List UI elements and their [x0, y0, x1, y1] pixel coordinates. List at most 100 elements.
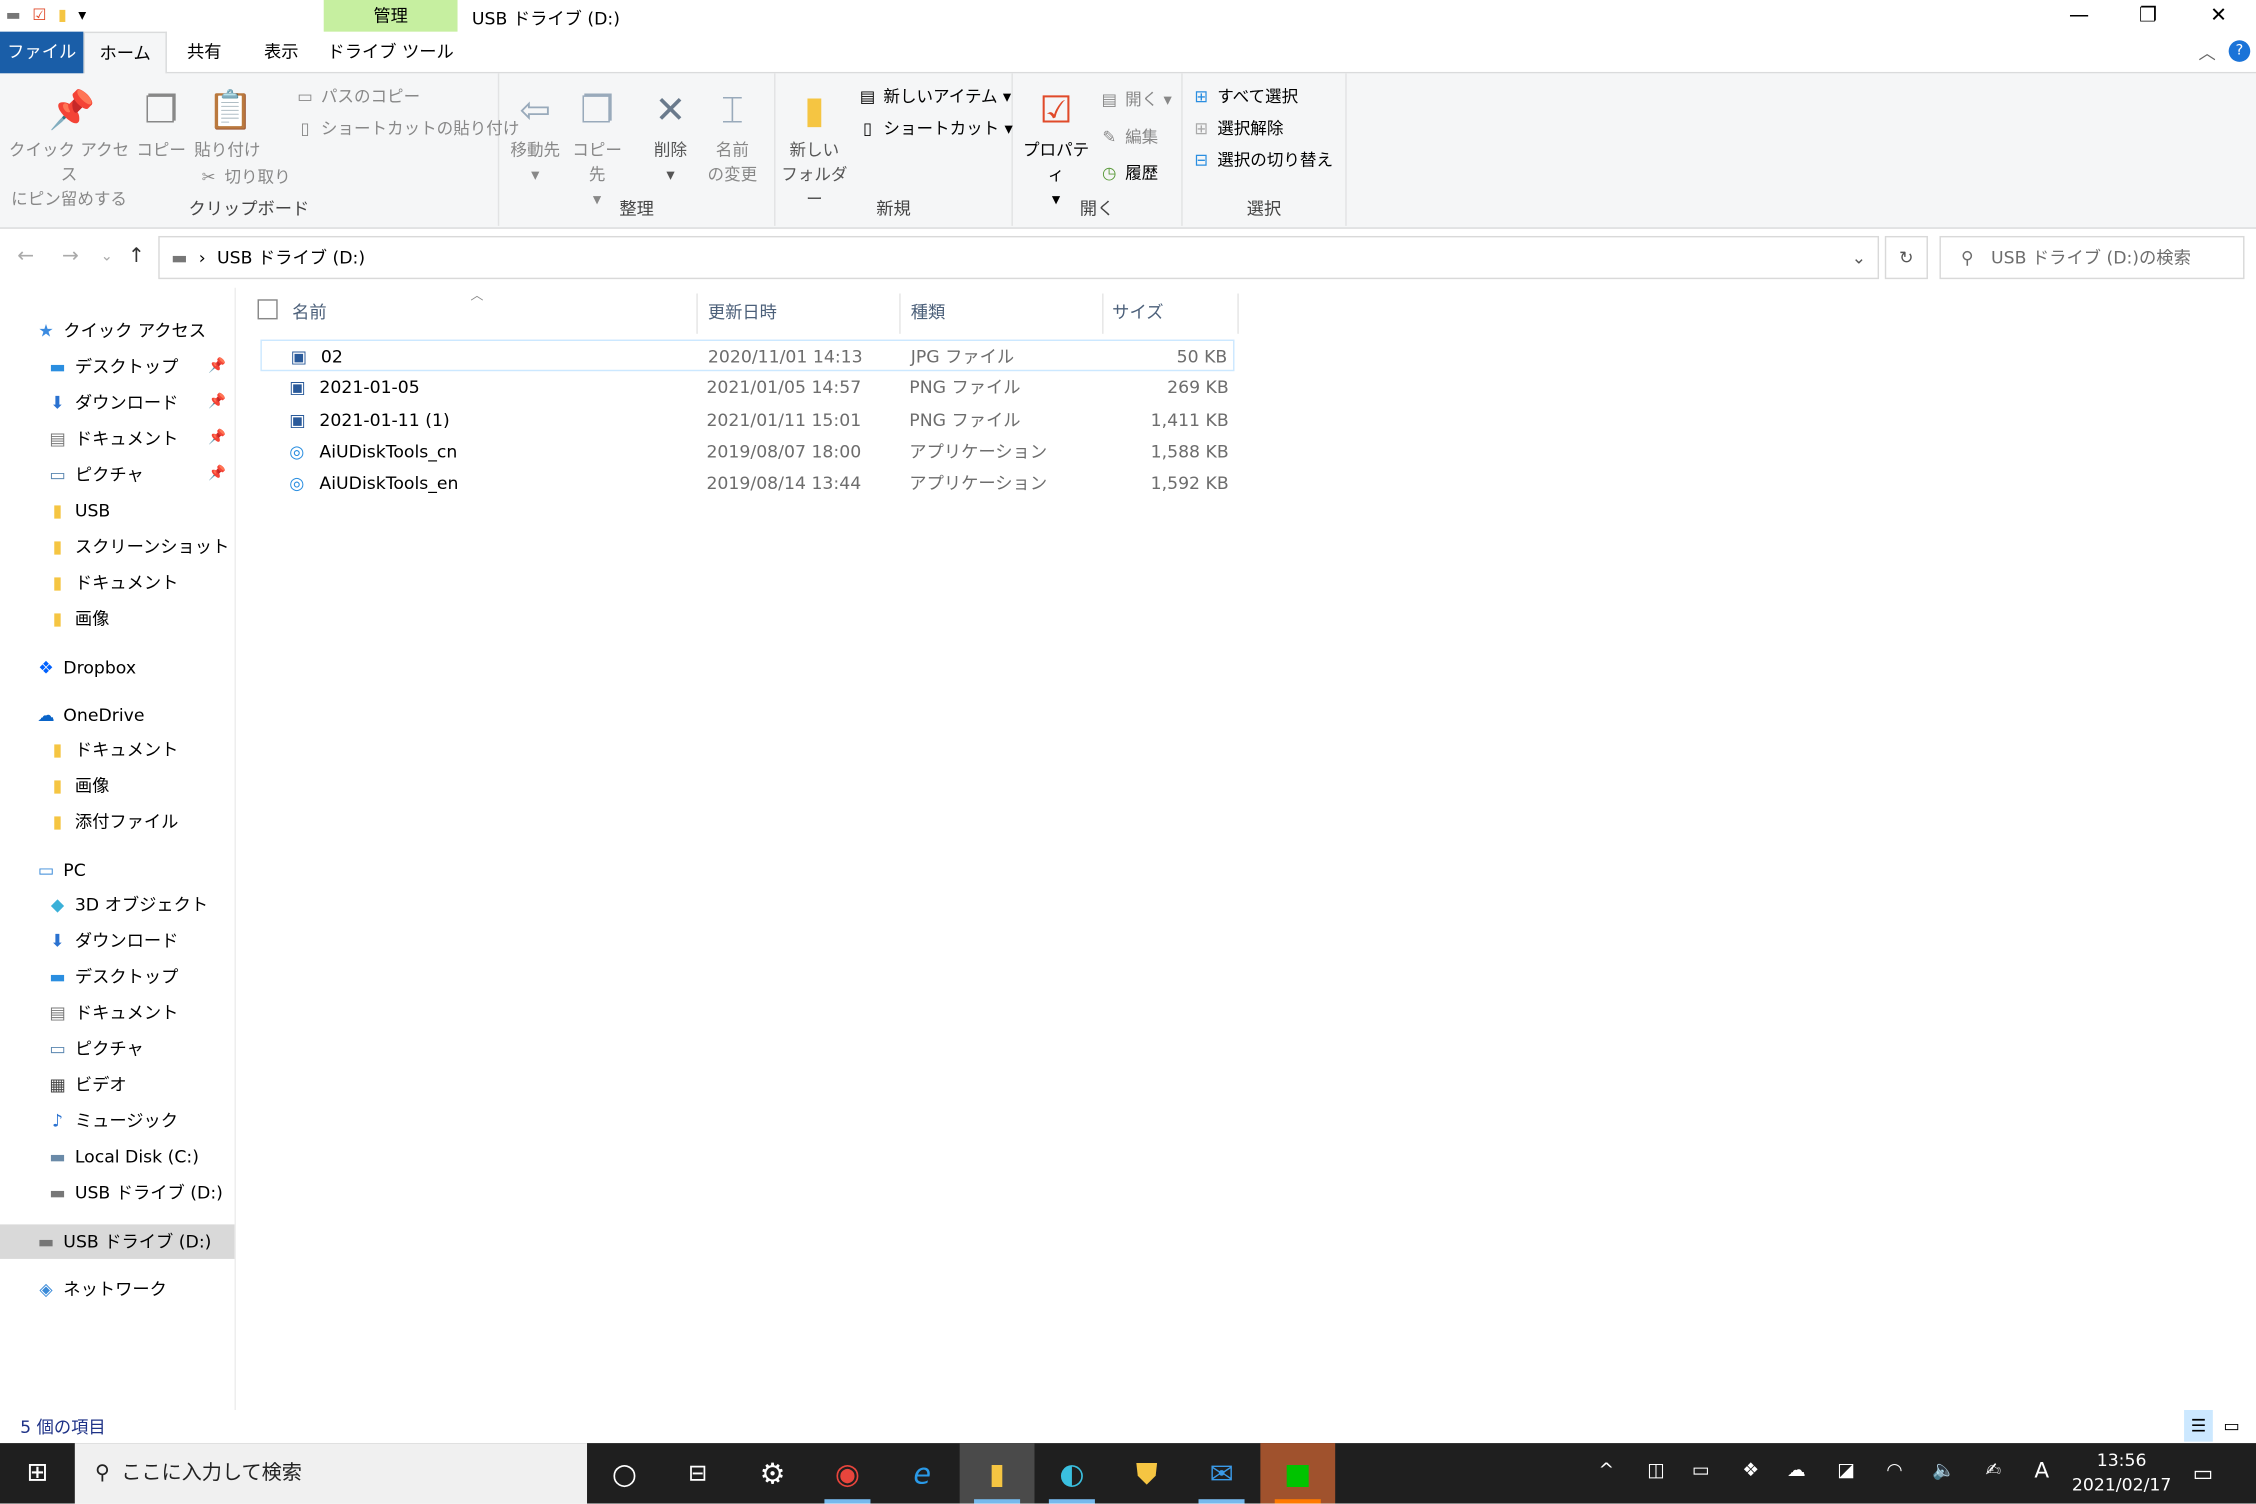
- nav-item[interactable]: ▬ デスクトップ: [0, 960, 235, 995]
- nav-item[interactable]: ☁ OneDrive: [0, 698, 235, 733]
- nav-item[interactable]: ★ クイック アクセス: [0, 314, 235, 349]
- properties-button[interactable]: ☑ プロパティ ▾: [1016, 88, 1097, 212]
- tab-view[interactable]: 表示: [242, 32, 321, 74]
- settings-gear-icon[interactable]: ⚙: [735, 1443, 810, 1503]
- new-folder-button[interactable]: ▮ 新しい フォルダー: [778, 88, 850, 212]
- customize-qat-icon[interactable]: ▾: [78, 6, 86, 25]
- select-none-button[interactable]: ⊞ 選択解除: [1191, 117, 1283, 140]
- nav-item[interactable]: ▭ PC: [0, 853, 235, 888]
- nav-item[interactable]: ⬇ ダウンロード: [0, 924, 235, 959]
- file-explorer-icon[interactable]: ▮: [959, 1443, 1035, 1504]
- rename-button[interactable]: ⌶ 名前 の変更: [702, 88, 762, 187]
- file-row[interactable]: ▣ 02 2020/11/01 14:13 JPG ファイル 50 KB: [260, 339, 1235, 372]
- context-tab-manage[interactable]: 管理: [323, 0, 458, 32]
- help-icon[interactable]: ?: [2228, 40, 2251, 62]
- move-to-button[interactable]: ⇦ 移動先 ▾: [505, 88, 565, 187]
- breadcrumb[interactable]: USB ドライブ (D:): [217, 247, 365, 267]
- search-input[interactable]: ⚲ USB ドライブ (D:)の検索: [1939, 235, 2245, 280]
- nav-item[interactable]: ▮ スクリーンショット: [0, 529, 235, 564]
- nav-item[interactable]: ▭ ピクチャ: [0, 1032, 235, 1067]
- nav-item[interactable]: ▮ USB: [0, 494, 235, 529]
- address-dropdown-icon[interactable]: ⌄: [1852, 237, 1866, 277]
- mail-icon[interactable]: ✉: [1184, 1443, 1259, 1504]
- pen-icon[interactable]: ✍: [1986, 1460, 2002, 1482]
- open-button[interactable]: ▤ 開く ▾: [1099, 88, 1171, 111]
- properties-qat-icon[interactable]: ☑: [32, 6, 46, 25]
- select-all-checkbox[interactable]: [257, 299, 278, 320]
- column-header-size[interactable]: サイズ: [1112, 299, 1163, 323]
- nav-item[interactable]: ◆ 3D オブジェクト: [0, 888, 235, 923]
- nav-item[interactable]: ▮ 画像: [0, 601, 235, 636]
- wifi-icon[interactable]: ◠: [1886, 1460, 1902, 1482]
- column-header-name[interactable]: 名前: [292, 299, 327, 323]
- security-alert-icon[interactable]: ◪: [1837, 1460, 1855, 1482]
- column-divider[interactable]: [1237, 293, 1239, 334]
- large-icons-view-icon[interactable]: ▭: [2217, 1410, 2246, 1442]
- paste-button[interactable]: 📋 貼り付け: [193, 88, 262, 163]
- select-all-button[interactable]: ⊞ すべて選択: [1191, 85, 1298, 108]
- nav-item[interactable]: ▮ 添付ファイル: [0, 804, 235, 839]
- file-row[interactable]: ◎ AiUDiskTools_cn 2019/08/07 18:00 アプリケーション…: [260, 436, 1234, 468]
- pin-icon[interactable]: 📌: [208, 350, 226, 385]
- line-app-icon[interactable]: ■: [1260, 1443, 1336, 1504]
- column-divider[interactable]: [1102, 293, 1104, 334]
- nav-item[interactable]: ▭ ピクチャ 📌: [0, 458, 235, 493]
- meet-now-icon[interactable]: ◫: [1647, 1460, 1665, 1482]
- invert-selection-button[interactable]: ⊟ 選択の切り替え: [1191, 148, 1333, 171]
- pin-icon[interactable]: 📌: [208, 458, 226, 493]
- file-row[interactable]: ▣ 2021-01-11 (1) 2021/01/11 15:01 PNG ファイル 1…: [260, 404, 1234, 436]
- nav-item[interactable]: ▤ ドキュメント 📌: [0, 422, 235, 457]
- taskbar-search-input[interactable]: ⚲ ここに入力して検索: [74, 1443, 588, 1504]
- column-header-type[interactable]: 種類: [911, 299, 946, 323]
- cut-button[interactable]: ✂ 切り取り: [199, 165, 291, 188]
- app-shield-icon[interactable]: ⛊: [1109, 1443, 1184, 1503]
- cortana-icon[interactable]: ○: [587, 1443, 662, 1503]
- forward-icon[interactable]: →: [62, 245, 79, 268]
- nav-item[interactable]: ▤ ドキュメント: [0, 996, 235, 1031]
- notifications-icon[interactable]: ▭: [2193, 1460, 2213, 1486]
- onedrive-tray-icon[interactable]: ☁: [1787, 1460, 1806, 1482]
- nav-item[interactable]: ▬ デスクトップ 📌: [0, 350, 235, 385]
- dropbox-tray-icon[interactable]: ❖: [1742, 1460, 1759, 1482]
- ime-indicator[interactable]: A: [2034, 1457, 2049, 1483]
- paste-shortcut-button[interactable]: ▯ ショートカットの貼り付け: [295, 117, 519, 140]
- up-icon[interactable]: ↑: [128, 245, 145, 268]
- column-divider[interactable]: [899, 293, 901, 334]
- internet-explorer-icon[interactable]: e: [885, 1443, 960, 1503]
- nav-item[interactable]: ▬ USB ドライブ (D:): [0, 1224, 235, 1259]
- nav-item[interactable]: ♪ ミュージック: [0, 1104, 235, 1139]
- close-icon[interactable]: ✕: [2184, 0, 2253, 32]
- new-folder-qat-icon[interactable]: ▮: [58, 6, 67, 25]
- history-button[interactable]: ◷ 履歴: [1099, 161, 1158, 184]
- collapse-ribbon-icon[interactable]: ︿: [2198, 40, 2215, 64]
- copy-to-button[interactable]: ❐ コピー先 ▾: [567, 88, 627, 212]
- pin-icon[interactable]: 📌: [208, 422, 226, 457]
- refresh-icon[interactable]: ↻: [1884, 235, 1928, 280]
- shortcut-button[interactable]: ▯ ショートカット ▾: [858, 117, 1013, 140]
- nav-item[interactable]: ▮ 画像: [0, 768, 235, 803]
- file-row[interactable]: ◎ AiUDiskTools_en 2019/08/14 13:44 アプリケーション…: [260, 468, 1234, 500]
- tab-home[interactable]: ホーム: [83, 31, 167, 75]
- nav-item[interactable]: ◈ ネットワーク: [0, 1272, 235, 1307]
- copy-button[interactable]: ❐ コピー: [135, 88, 187, 163]
- minimize-icon[interactable]: —: [2045, 0, 2114, 32]
- column-divider[interactable]: [696, 293, 698, 334]
- windows-start-icon[interactable]: ⊞: [0, 1443, 75, 1503]
- nav-item[interactable]: ⬇ ダウンロード 📌: [0, 386, 235, 421]
- show-hidden-icons-icon[interactable]: ^: [1598, 1460, 1614, 1482]
- new-item-button[interactable]: ▤ 新しいアイテム ▾: [858, 85, 1011, 108]
- nav-item[interactable]: ❖ Dropbox: [0, 650, 235, 685]
- chrome-icon[interactable]: ◉: [810, 1443, 885, 1504]
- task-view-icon[interactable]: ⊟: [660, 1443, 735, 1503]
- file-row[interactable]: ▣ 2021-01-05 2021/01/05 14:57 PNG ファイル 269 K…: [260, 372, 1234, 404]
- back-icon[interactable]: ←: [17, 245, 34, 268]
- delete-button[interactable]: ✕ 削除 ▾: [640, 88, 700, 187]
- breadcrumb-chevron-icon[interactable]: ›: [199, 247, 206, 267]
- clock[interactable]: 13:56 2021/02/17: [2072, 1449, 2172, 1498]
- tab-drive-tools[interactable]: ドライブ ツール: [324, 32, 458, 74]
- restore-icon[interactable]: ❐: [2114, 0, 2183, 32]
- tab-share[interactable]: 共有: [167, 32, 242, 74]
- nav-item[interactable]: ▦ ビデオ: [0, 1068, 235, 1103]
- tab-file[interactable]: ファイル: [0, 31, 84, 74]
- nav-item[interactable]: ▬ USB ドライブ (D:): [0, 1175, 235, 1210]
